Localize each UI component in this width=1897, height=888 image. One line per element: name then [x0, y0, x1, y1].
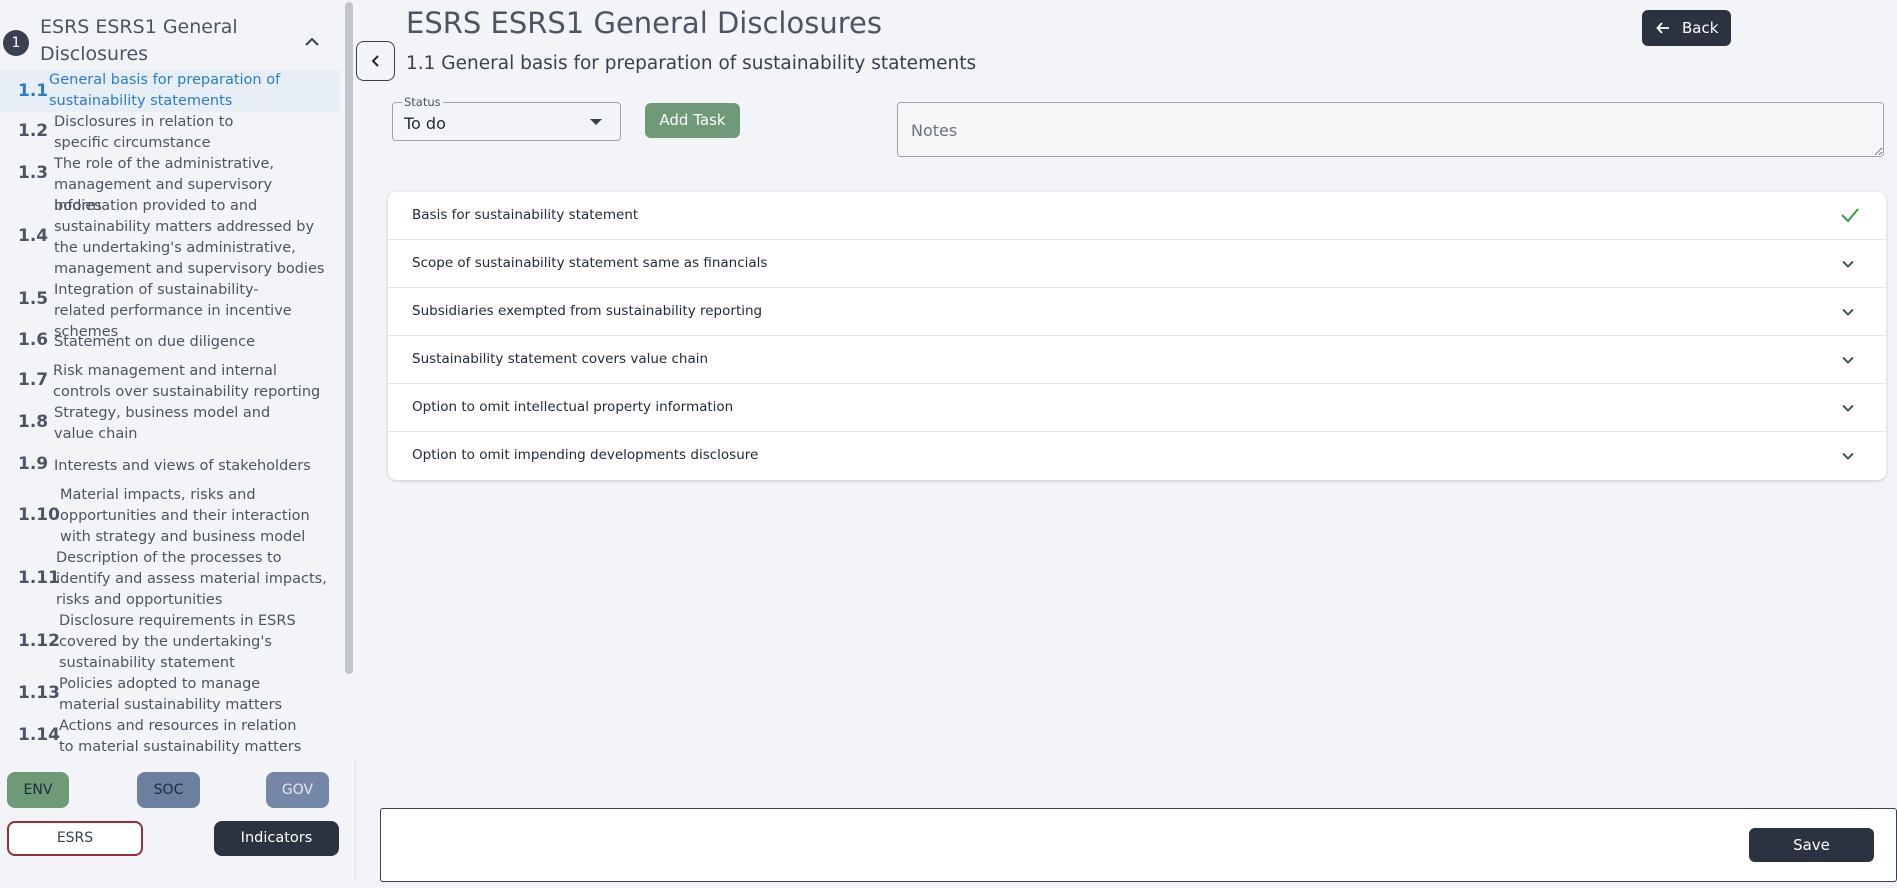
accordion-row[interactable]: Basis for sustainability statement: [388, 192, 1886, 240]
sidebar-item-1-3[interactable]: 1.3 The role of the administrative, mana…: [0, 154, 340, 214]
sidebar-item-number: 1.1: [18, 81, 49, 101]
section-title[interactable]: ESRS ESRS1 General Disclosures: [40, 14, 280, 68]
sidebar-item-1-13[interactable]: 1.13 Policies adopted to manage material…: [0, 674, 340, 716]
check-icon: [1841, 208, 1859, 223]
sidebar-item-1-7[interactable]: 1.7 Risk management and internal control…: [0, 361, 340, 403]
accordion-row-label: Subsidiaries exempted from sustainabilit…: [412, 303, 763, 319]
sidebar-item-label: Risk management and internal controls ov…: [53, 363, 321, 400]
sidebar-item-number: 1.9: [18, 454, 49, 474]
sidebar-item-1-10[interactable]: 1.10 Material impacts, risks and opportu…: [0, 485, 340, 548]
sidebar-item-label: Policies adopted to manage material sust…: [59, 676, 283, 713]
status-select[interactable]: Status To do: [392, 96, 621, 141]
sidebar-item-1-4[interactable]: 1.4 Information provided to and sustaina…: [0, 196, 340, 280]
env-button[interactable]: ENV: [7, 772, 69, 808]
sidebar-item-1-2[interactable]: 1.2 Disclosures in relation to specific …: [0, 112, 340, 154]
page-subtitle: 1.1 General basis for preparation of sus…: [406, 53, 977, 74]
accordion-row-label: Scope of sustainability statement same a…: [412, 255, 768, 271]
chevron-down-icon: [1842, 356, 1854, 364]
esrs-button[interactable]: ESRS: [7, 821, 143, 856]
accordion-row[interactable]: Scope of sustainability statement same a…: [388, 240, 1886, 288]
chevron-down-icon: [1842, 260, 1854, 268]
accordion-row[interactable]: Option to omit impending developments di…: [388, 432, 1886, 480]
soc-button[interactable]: SOC: [137, 772, 200, 808]
sidebar-item-number: 1.14: [18, 725, 60, 745]
accordion-row-label: Sustainability statement covers value ch…: [412, 351, 709, 367]
sidebar-item-number: 1.2: [18, 121, 49, 141]
sidebar-scrollbar-thumb[interactable]: [345, 2, 353, 674]
sidebar-item-label: Disclosures in relation to specific circ…: [54, 114, 234, 151]
page-title: ESRS ESRS1 General Disclosures: [406, 6, 882, 40]
sidebar-item-label: Strategy, business model and value chain: [54, 405, 271, 442]
sidebar-item-number: 1.13: [18, 683, 60, 703]
sidebar-item-1-9[interactable]: 1.9 Interests and views of stakeholders: [0, 454, 340, 480]
chevron-down-icon: [1842, 452, 1854, 460]
accordion-row[interactable]: Option to omit intellectual property inf…: [388, 384, 1886, 432]
status-label: Status: [402, 95, 443, 109]
back-button-label: Back: [1682, 19, 1719, 37]
chevron-down-icon: [1842, 404, 1854, 412]
chevron-down-icon: [1842, 308, 1854, 316]
sidebar-item-label: Disclosure requirements in ESRS covered …: [59, 613, 296, 671]
sidebar-item-1-12[interactable]: 1.12 Disclosure requirements in ESRS cov…: [0, 611, 340, 674]
back-button[interactable]: Back: [1642, 10, 1731, 46]
question-accordion: Basis for sustainability statement Scope…: [388, 192, 1886, 480]
sidebar-item-label: Interests and views of stakeholders: [54, 458, 311, 474]
sidebar-item-1-11[interactable]: 1.11 Description of the processes to ide…: [0, 548, 340, 611]
sidebar-item-number: 1.11: [18, 568, 60, 588]
sidebar-item-1-8[interactable]: 1.8 Strategy, business model and value c…: [0, 403, 340, 445]
accordion-row-label: Option to omit intellectual property inf…: [412, 399, 734, 415]
sidebar-item-number: 1.8: [18, 412, 49, 432]
sidebar-item-label: Description of the processes to identify…: [56, 550, 327, 608]
notes-textarea[interactable]: [897, 102, 1884, 157]
sidebar-item-1-6[interactable]: 1.6 Statement on due diligence: [0, 330, 340, 356]
sidebar-item-1-14[interactable]: 1.14 Actions and resources in relation t…: [0, 716, 340, 758]
accordion-row-label: Basis for sustainability statement: [412, 207, 639, 223]
accordion-row[interactable]: Sustainability statement covers value ch…: [388, 336, 1886, 384]
add-task-button[interactable]: Add Task: [645, 103, 740, 138]
sidebar-item-number: 1.6: [18, 330, 49, 350]
sidebar-item-number: 1.12: [18, 631, 60, 651]
save-bar: [380, 808, 1897, 882]
sidebar-item-label: Actions and resources in relation to mat…: [59, 718, 302, 755]
sidebar-item-label: Statement on due diligence: [54, 334, 256, 350]
chevron-left-icon: [371, 55, 379, 67]
sidebar-item-number: 1.3: [18, 163, 49, 183]
sidebar-item-1-1[interactable]: 1.1 General basis for preparation of sus…: [0, 70, 340, 112]
accordion-row[interactable]: Subsidiaries exempted from sustainabilit…: [388, 288, 1886, 336]
arrow-left-icon: [1656, 22, 1669, 34]
section-number-badge: 1: [3, 30, 29, 56]
sidebar-item-number: 1.7: [18, 370, 49, 390]
sidebar-item-1-5[interactable]: 1.5 Integration of sustainability-relate…: [0, 280, 340, 340]
collapse-sidebar-button[interactable]: [356, 41, 395, 81]
indicators-button[interactable]: Indicators: [214, 821, 339, 856]
sidebar: 1 ESRS ESRS1 General Disclosures 1.1 Gen…: [0, 0, 356, 880]
chevron-up-icon[interactable]: [303, 33, 321, 51]
sidebar-item-label: Material impacts, risks and opportunitie…: [60, 487, 310, 545]
sidebar-item-label: Information provided to and sustainabili…: [54, 198, 325, 277]
sidebar-nav: 1 ESRS ESRS1 General Disclosures 1.1 Gen…: [0, 0, 340, 760]
accordion-row-label: Option to omit impending developments di…: [412, 447, 759, 463]
caret-down-icon: [590, 119, 602, 125]
status-value: To do: [404, 114, 446, 133]
gov-button[interactable]: GOV: [266, 772, 329, 808]
sidebar-item-number: 1.4: [18, 226, 49, 246]
sidebar-item-number: 1.10: [18, 505, 60, 525]
sidebar-item-number: 1.5: [18, 289, 49, 309]
save-button[interactable]: Save: [1749, 828, 1874, 862]
sidebar-item-label: General basis for preparation of sustain…: [49, 72, 281, 109]
